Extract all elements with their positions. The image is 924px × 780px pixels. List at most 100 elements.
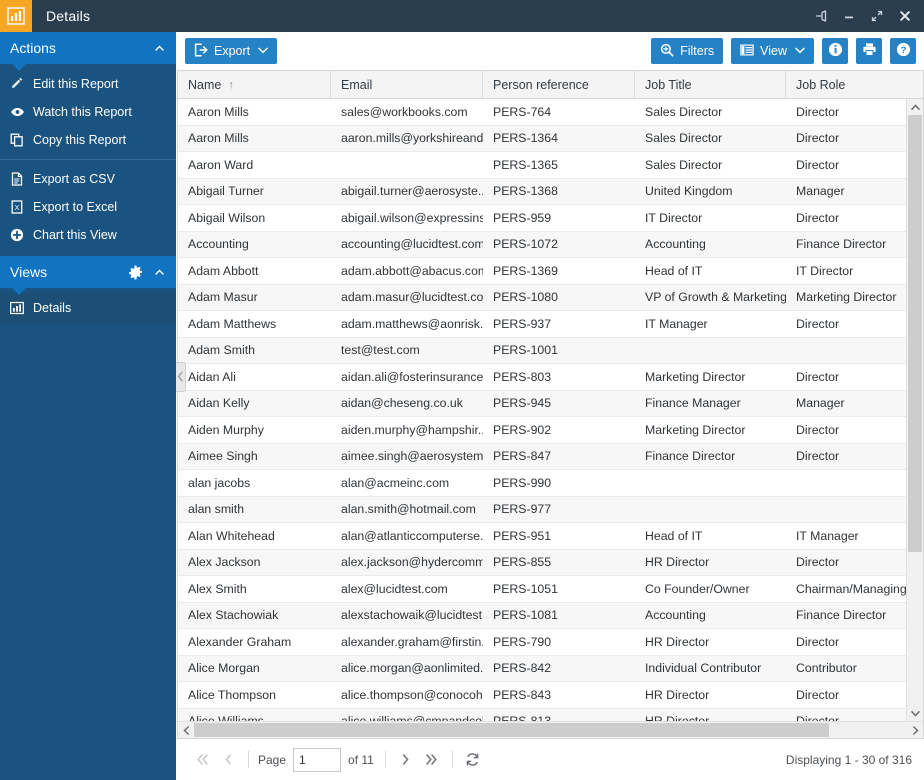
minimize-button[interactable] <box>836 1 862 31</box>
column-header-job-role[interactable]: Job Role <box>786 71 923 98</box>
scroll-left-button[interactable] <box>178 722 194 738</box>
sidebar-item-chart-this-view[interactable]: Chart this View <box>0 221 176 249</box>
export-button-label: Export <box>214 44 251 58</box>
app-logo <box>0 0 32 32</box>
question-circle-icon: ? <box>896 42 911 60</box>
chevron-up-icon[interactable] <box>153 266 166 279</box>
eye-icon <box>10 105 30 119</box>
window-title-bar: Details <box>0 0 924 32</box>
table-row[interactable]: Alex Stachowiak alexstachowaik@lucidtest.… <box>178 602 906 629</box>
table-row[interactable]: alan smith alan.smith@hotmail.com PERS-977 <box>178 496 906 523</box>
table-cell: PERS-1369 <box>493 263 558 278</box>
table-row[interactable]: Alan Whitehead alan@atlanticcomputerse...… <box>178 523 906 550</box>
help-button[interactable]: ? <box>890 38 916 64</box>
table-cell: PERS-1001 <box>493 343 558 358</box>
view-button[interactable]: View <box>731 38 814 64</box>
table-row[interactable]: Alex Jackson alex.jackson@hydercomm... PER… <box>178 549 906 576</box>
sidebar-item-label: Watch this Report <box>33 105 132 119</box>
table-row[interactable]: Alex Smith alex@lucidtest.com PERS-1051 Co … <box>178 576 906 603</box>
vertical-scroll-thumb[interactable] <box>908 115 922 552</box>
table-row[interactable]: Aaron Ward PERS-1365 Sales Director Directo… <box>178 152 906 179</box>
table-row[interactable]: Aimee Singh aimee.singh@aerosystem... PERS… <box>178 443 906 470</box>
horizontal-scroll-thumb[interactable] <box>194 723 829 737</box>
pin-button[interactable] <box>808 1 834 31</box>
table-cell: aiden.murphy@hampshir... <box>341 422 483 437</box>
chevron-up-icon[interactable] <box>153 42 166 55</box>
close-button[interactable] <box>892 1 918 31</box>
table-cell: Co Founder/Owner <box>645 581 750 596</box>
table-row[interactable]: Aidan Ali aidan.ali@fosterinsurance... PER… <box>178 364 906 391</box>
sidebar-section-actions[interactable]: Actions <box>0 32 176 71</box>
table-row[interactable]: Alice Williamsalice.williams@cmpandcolPE… <box>178 708 906 721</box>
page-total-label: of 11 <box>348 752 374 767</box>
table-row[interactable]: Alexander Graham alexander.graham@firstin… <box>178 629 906 656</box>
scroll-up-button[interactable] <box>907 99 923 115</box>
table-row[interactable]: Adam Smith test@test.com PERS-1001 <box>178 337 906 364</box>
sidebar-item-export-as-csv[interactable]: Export as CSV <box>0 165 176 193</box>
table-row[interactable]: alan jacobs alan@acmeinc.com PERS-990 <box>178 470 906 497</box>
sidebar-item-export-to-excel[interactable]: X Export to Excel <box>0 193 176 221</box>
grid-vertical-scrollbar[interactable] <box>906 99 923 721</box>
scroll-down-button[interactable] <box>907 705 923 721</box>
chevron-down-icon <box>258 46 268 56</box>
last-page-button[interactable] <box>419 747 445 773</box>
table-cell: PERS-1364 <box>493 131 558 146</box>
table-row[interactable]: Aaron Mills sales@workbooks.com PERS-764 Sa… <box>178 99 906 126</box>
scroll-right-button[interactable] <box>907 722 923 738</box>
pagination-bar: Page of 11 <box>177 738 924 780</box>
table-row[interactable]: Aaron Mills aaron.mills@yorkshireand... PE… <box>178 125 906 152</box>
sidebar-item-edit-this-report[interactable]: Edit this Report <box>0 70 176 98</box>
table-cell: Director <box>796 555 840 570</box>
print-button[interactable] <box>856 38 882 64</box>
table-row[interactable]: Alice Morgan alice.morgan@aonlimited.... P… <box>178 655 906 682</box>
column-header-job-title[interactable]: Job Title <box>635 71 786 98</box>
grid-horizontal-scrollbar[interactable] <box>178 721 923 738</box>
table-row[interactable]: Adam Abbott adam.abbott@abacus.com PERS-13… <box>178 258 906 285</box>
sidebar-item-copy-this-report[interactable]: Copy this Report <box>0 126 176 154</box>
table-cell: PERS-1080 <box>493 290 558 305</box>
table-cell: aimee.singh@aerosystem... <box>341 449 483 464</box>
data-grid: Name ↑ Email Person reference Job Title … <box>177 70 924 738</box>
details-report-window: Details Actions Edit this Report Watch t… <box>0 0 924 780</box>
table-row[interactable]: Abigail Wilson abigail.wilson@expressins.… <box>178 205 906 232</box>
table-row[interactable]: Adam Masur adam.masur@lucidtest.co... PERS… <box>178 284 906 311</box>
gear-icon[interactable] <box>128 265 143 280</box>
table-cell: alan.smith@hotmail.com <box>341 502 476 517</box>
sidebar-section-views[interactable]: Views <box>0 256 176 295</box>
table-row[interactable]: Abigail Turner abigail.turner@aerosyste..… <box>178 178 906 205</box>
refresh-button[interactable] <box>460 747 486 773</box>
table-row[interactable]: Aidan Kelly aidan@cheseng.co.uk PERS-945 Fi… <box>178 390 906 417</box>
sidebar-item-label: Export as CSV <box>33 172 115 186</box>
sidebar-item-details-view[interactable]: Details <box>0 293 176 323</box>
table-row[interactable]: Accounting accounting@lucidtest.com PERS-1… <box>178 231 906 258</box>
table-row[interactable]: Aiden Murphy aiden.murphy@hampshir... PERS… <box>178 417 906 444</box>
actions-menu: Edit this Report Watch this Report Copy … <box>0 64 176 249</box>
column-header-name[interactable]: Name ↑ <box>178 71 331 98</box>
first-page-button[interactable] <box>189 747 215 773</box>
maximize-button[interactable] <box>864 1 890 31</box>
chevron-left-icon <box>177 371 184 384</box>
filters-button[interactable]: Filters <box>651 38 724 64</box>
table-cell: IT Manager <box>796 528 859 543</box>
info-button[interactable] <box>822 38 848 64</box>
table-cell: Marketing Director <box>645 369 746 384</box>
export-button[interactable]: Export <box>185 38 278 64</box>
vertical-scroll-track[interactable] <box>907 115 923 705</box>
table-cell: Manager <box>796 396 845 411</box>
table-cell: PERS-843 <box>493 687 552 702</box>
table-cell: PERS-937 <box>493 316 552 331</box>
next-page-button[interactable] <box>393 747 419 773</box>
sidebar-item-watch-this-report[interactable]: Watch this Report <box>0 98 176 126</box>
table-row[interactable]: Adam Matthews adam.matthews@aonrisk... PER… <box>178 311 906 338</box>
column-header-person-reference[interactable]: Person reference <box>483 71 635 98</box>
window-controls <box>808 0 918 32</box>
column-header-email[interactable]: Email <box>331 71 483 98</box>
table-cell: alan jacobs <box>188 475 251 490</box>
copy-icon <box>10 133 30 147</box>
previous-page-button[interactable] <box>215 747 241 773</box>
horizontal-scroll-track[interactable] <box>194 722 907 738</box>
window-title: Details <box>46 8 91 24</box>
table-row[interactable]: Alice Thompson alice.thompson@conocoh... P… <box>178 682 906 709</box>
page-number-input[interactable] <box>293 747 342 772</box>
sidebar-collapse-handle[interactable] <box>176 362 186 392</box>
